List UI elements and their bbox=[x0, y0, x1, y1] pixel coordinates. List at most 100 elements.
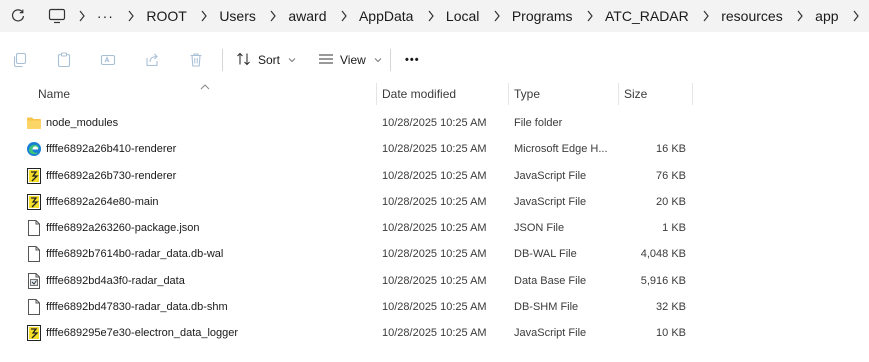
file-type: JavaScript File bbox=[514, 169, 587, 182]
file-date: 10/28/2025 10:25 AM bbox=[382, 327, 487, 340]
file-size: 4,048 KB bbox=[640, 248, 686, 261]
chevron-right-icon[interactable] bbox=[795, 10, 805, 22]
chevron-right-icon[interactable] bbox=[425, 10, 435, 22]
delete-icon[interactable] bbox=[182, 46, 210, 74]
file-date: 10/28/2025 10:25 AM bbox=[382, 169, 487, 182]
breadcrumb-more[interactable]: ··· bbox=[95, 8, 116, 24]
file-row[interactable]: ffffe6892a26b730-renderer 10/28/2025 10:… bbox=[0, 163, 869, 189]
view-label: View bbox=[340, 53, 366, 67]
chevron-right-icon[interactable] bbox=[338, 10, 348, 22]
file-type: DB-SHM File bbox=[514, 301, 579, 314]
column-type[interactable]: Type bbox=[514, 87, 540, 101]
file-type: JavaScript File bbox=[514, 327, 587, 340]
view-icon bbox=[318, 52, 334, 69]
file-size: 1 KB bbox=[662, 222, 686, 235]
sort-ascending-icon bbox=[200, 80, 210, 94]
file-name: ffffe6892b7614b0-radar_data.db-wal bbox=[46, 248, 224, 261]
file-name: ffffe6892a26b410-renderer bbox=[46, 143, 177, 156]
chevron-down-icon bbox=[374, 55, 382, 65]
breadcrumb-item[interactable]: ATC_RADAR bbox=[603, 8, 691, 24]
breadcrumb-item[interactable]: resources bbox=[719, 8, 784, 24]
file-size: 10 KB bbox=[656, 327, 686, 340]
file-size: 20 KB bbox=[656, 195, 686, 208]
column-divider[interactable] bbox=[376, 83, 377, 105]
file-row[interactable]: ffffe6892a263260-package.json 10/28/2025… bbox=[0, 215, 869, 241]
share-icon[interactable] bbox=[138, 46, 166, 74]
file-size: 16 KB bbox=[656, 143, 686, 156]
view-button[interactable]: View bbox=[318, 46, 382, 74]
breadcrumb-item[interactable]: ROOT bbox=[144, 8, 188, 24]
file-type: File folder bbox=[514, 117, 563, 129]
chevron-right-icon[interactable] bbox=[851, 10, 861, 22]
copy-icon[interactable] bbox=[6, 46, 34, 74]
file-row[interactable]: ffffe6892b7614b0-radar_data.db-wal 10/28… bbox=[0, 241, 869, 267]
blank-file-icon bbox=[26, 246, 42, 263]
file-name: node_modules bbox=[46, 117, 119, 129]
file-date: 10/28/2025 10:25 AM bbox=[382, 222, 487, 235]
file-name: ffffe6892bd4a3f0-radar_data bbox=[46, 274, 185, 287]
file-row[interactable]: ffffe6892bd47830-radar_data.db-shm 10/28… bbox=[0, 294, 869, 320]
blank-file-icon bbox=[26, 220, 42, 237]
toolbar-divider bbox=[222, 49, 223, 71]
refresh-icon[interactable] bbox=[10, 5, 26, 27]
column-name[interactable]: Name bbox=[38, 87, 70, 101]
file-row[interactable]: ffffe6892bd4a3f0-radar_data 10/28/2025 1… bbox=[0, 268, 869, 294]
chevron-right-icon[interactable] bbox=[76, 10, 86, 22]
chevron-right-icon[interactable] bbox=[701, 10, 711, 22]
column-divider[interactable] bbox=[508, 83, 509, 105]
file-date: 10/28/2025 10:25 AM bbox=[382, 248, 487, 261]
toolbar-divider bbox=[390, 49, 391, 71]
chevron-right-icon[interactable] bbox=[126, 10, 136, 22]
command-bar: Sort View ••• bbox=[0, 37, 869, 83]
file-type: Data Base File bbox=[514, 274, 587, 287]
chevron-right-icon[interactable] bbox=[491, 10, 501, 22]
file-name: ffffe6892a264e80-main bbox=[46, 195, 159, 208]
file-type: DB-WAL File bbox=[514, 248, 577, 261]
column-size[interactable]: Size bbox=[624, 87, 647, 101]
file-type: JavaScript File bbox=[514, 195, 587, 208]
sort-icon bbox=[236, 52, 252, 69]
breadcrumb-item[interactable]: Users bbox=[217, 8, 258, 24]
file-date: 10/28/2025 10:25 AM bbox=[382, 143, 487, 156]
breadcrumb-item[interactable]: Local bbox=[444, 8, 481, 24]
file-size: 76 KB bbox=[656, 169, 686, 182]
rename-icon[interactable] bbox=[94, 46, 122, 74]
file-date: 10/28/2025 10:25 AM bbox=[382, 301, 487, 314]
file-size: 32 KB bbox=[656, 301, 686, 314]
javascript-file-icon bbox=[26, 167, 42, 184]
file-type: JSON File bbox=[514, 222, 565, 235]
column-date-modified[interactable]: Date modified bbox=[382, 87, 456, 101]
breadcrumb-item[interactable]: Programs bbox=[510, 8, 575, 24]
this-pc-icon[interactable] bbox=[48, 5, 66, 27]
chevron-right-icon[interactable] bbox=[268, 10, 278, 22]
chevron-right-icon[interactable] bbox=[585, 10, 595, 22]
file-date: 10/28/2025 10:25 AM bbox=[382, 274, 487, 287]
file-name: ffffe6892a26b730-renderer bbox=[46, 169, 177, 182]
breadcrumb-item[interactable]: AppData bbox=[357, 8, 415, 24]
file-row[interactable]: ffffe6892a264e80-main 10/28/2025 10:25 A… bbox=[0, 189, 869, 215]
more-options-button[interactable]: ••• bbox=[405, 46, 420, 74]
javascript-file-icon bbox=[26, 325, 42, 342]
chevron-right-icon[interactable] bbox=[199, 10, 209, 22]
file-name: ffffe6892a263260-package.json bbox=[46, 222, 200, 235]
more-options-label: ••• bbox=[405, 54, 420, 66]
column-header: Name Date modified Type Size bbox=[0, 83, 869, 105]
file-name: ffffe6892bd47830-radar_data.db-shm bbox=[46, 301, 228, 314]
breadcrumb-item[interactable]: app bbox=[813, 8, 840, 24]
database-file-icon bbox=[26, 272, 42, 289]
file-row[interactable]: ffffe6892a26b410-renderer 10/28/2025 10:… bbox=[0, 136, 869, 162]
breadcrumb-item[interactable]: award bbox=[286, 8, 328, 24]
folder-icon bbox=[26, 115, 42, 131]
edge-icon bbox=[26, 141, 42, 157]
column-divider[interactable] bbox=[692, 83, 693, 105]
file-size: 5,916 KB bbox=[640, 274, 686, 287]
file-row[interactable]: node_modules 10/28/2025 10:25 AM File fo… bbox=[0, 110, 869, 136]
javascript-file-icon bbox=[26, 193, 42, 210]
sort-button[interactable]: Sort bbox=[236, 46, 296, 74]
file-row[interactable]: ffffe689295e7e30-electron_data_logger 10… bbox=[0, 320, 869, 346]
chevron-down-icon bbox=[288, 55, 296, 65]
column-divider[interactable] bbox=[618, 83, 619, 105]
blank-file-icon bbox=[26, 299, 42, 316]
file-date: 10/28/2025 10:25 AM bbox=[382, 195, 487, 208]
paste-icon[interactable] bbox=[50, 46, 78, 74]
